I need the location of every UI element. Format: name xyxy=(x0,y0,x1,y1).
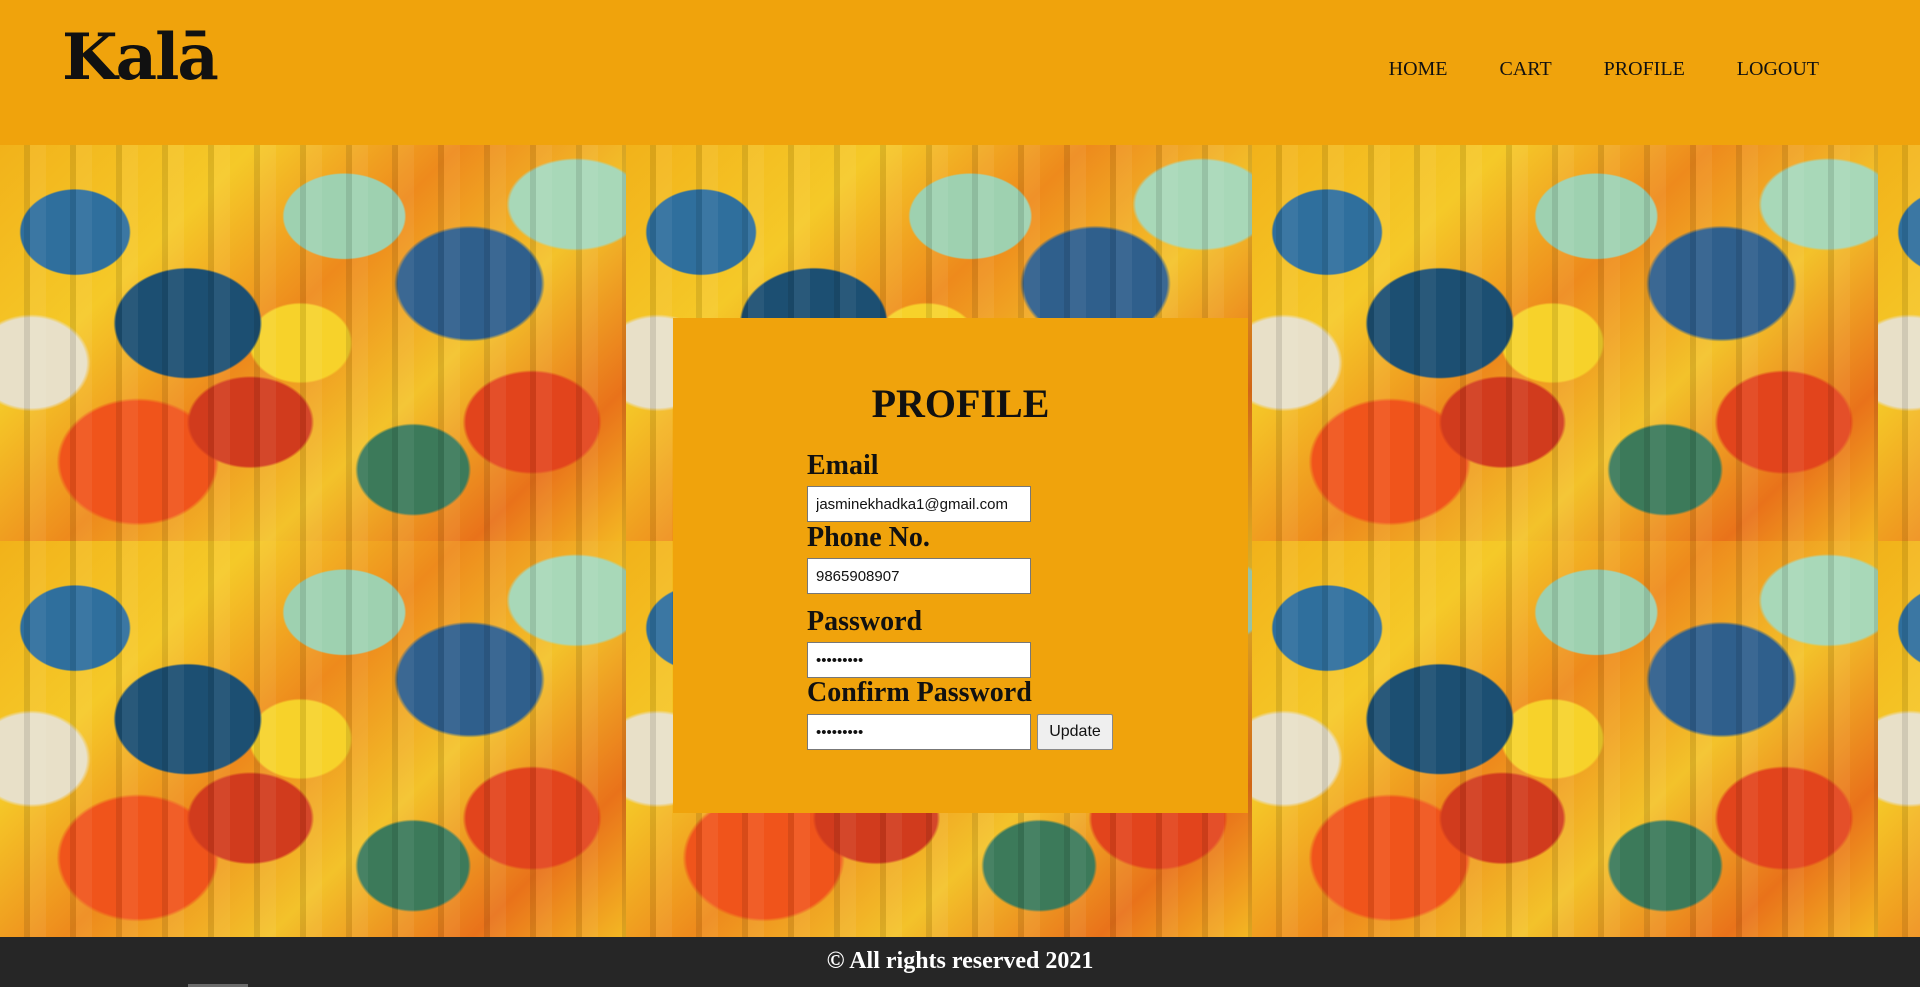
email-label: Email xyxy=(807,450,879,481)
nav-cart-link[interactable]: CART xyxy=(1500,58,1552,81)
nav-logout-link[interactable]: LOGOUT xyxy=(1737,58,1819,81)
password-input[interactable] xyxy=(807,642,1031,678)
confirm-password-input[interactable] xyxy=(807,714,1031,750)
confirm-password-label: Confirm Password xyxy=(807,677,1032,708)
copyright-text: © All rights reserved 2021 xyxy=(826,948,1094,974)
update-button[interactable]: Update xyxy=(1037,714,1113,750)
nav-home-link[interactable]: HOME xyxy=(1389,58,1448,81)
profile-title: PROFILE xyxy=(871,381,1050,426)
phone-input[interactable] xyxy=(807,558,1031,594)
phone-label: Phone No. xyxy=(807,522,930,553)
main-nav: HOME CART PROFILE LOGOUT xyxy=(1337,58,1819,81)
site-logo[interactable]: Kalā xyxy=(62,20,219,95)
site-header: Kalā HOME CART PROFILE LOGOUT xyxy=(0,0,1920,145)
profile-card: PROFILE Email Phone No. Password Confirm… xyxy=(673,318,1248,813)
nav-profile-link[interactable]: PROFILE xyxy=(1604,58,1685,81)
email-input[interactable] xyxy=(807,486,1031,522)
site-footer: © All rights reserved 2021 xyxy=(0,937,1920,987)
password-label: Password xyxy=(807,606,923,637)
